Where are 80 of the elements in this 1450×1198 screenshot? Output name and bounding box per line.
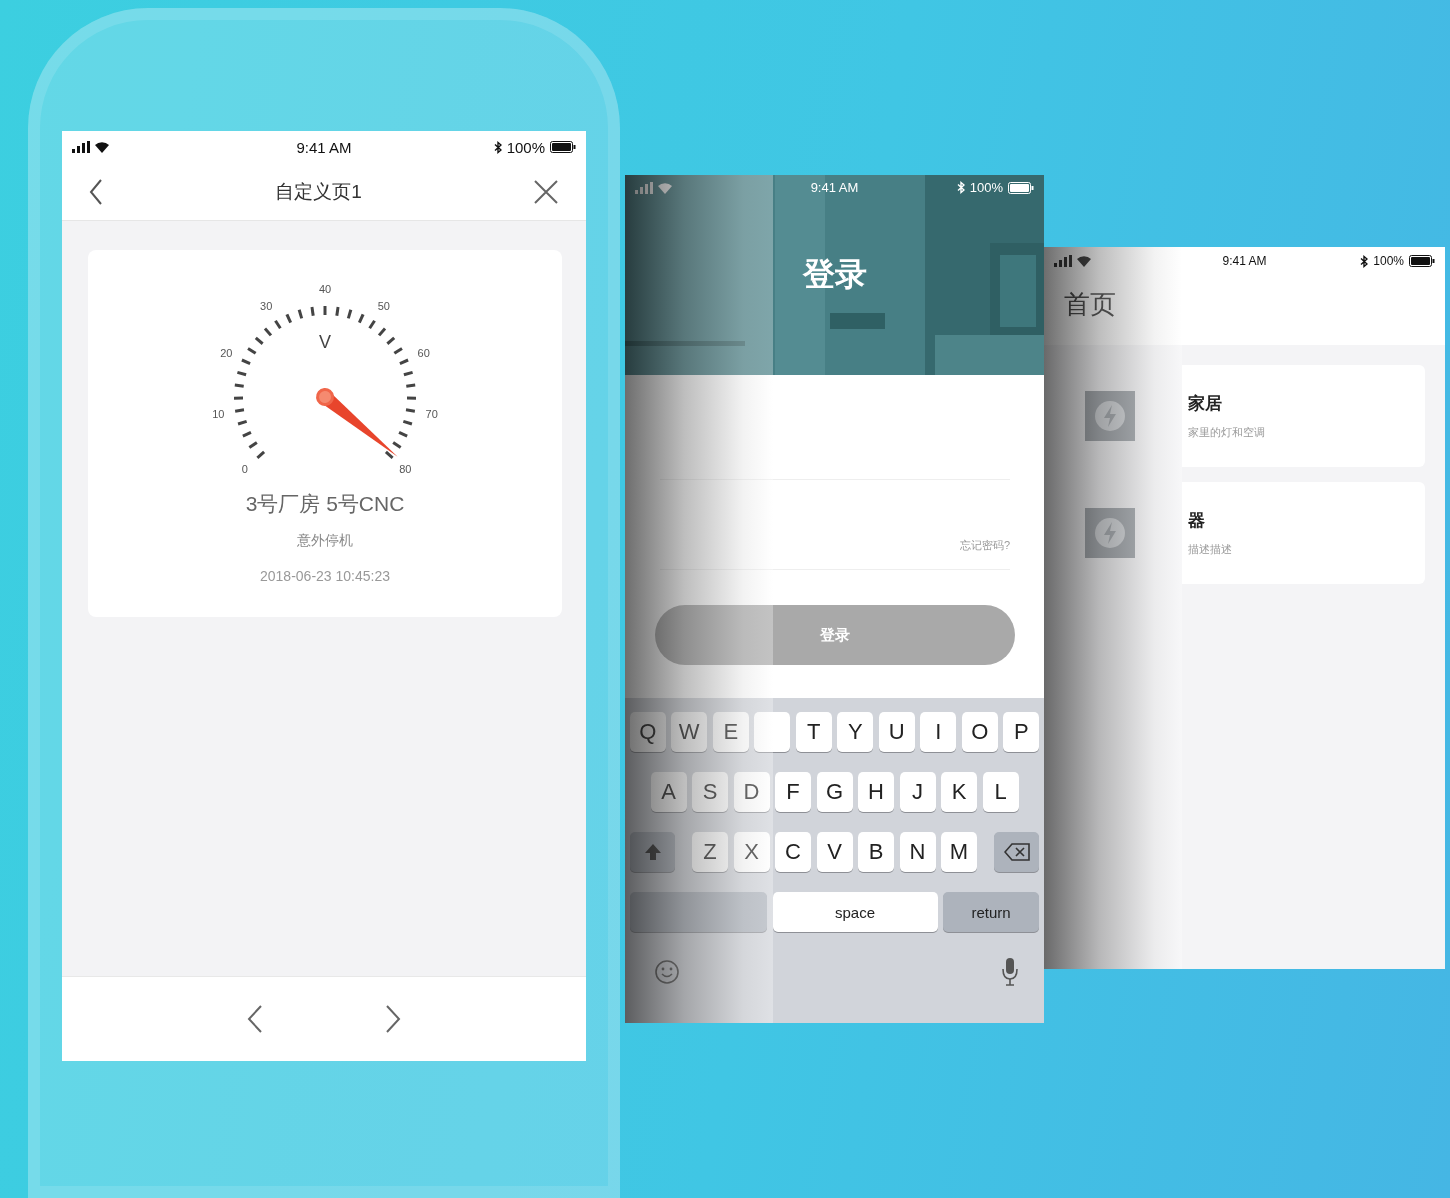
keyboard-key[interactable]: Q — [629, 712, 666, 752]
time-text: 9:41 AM — [810, 180, 859, 195]
gauge-label: 10 — [212, 407, 225, 420]
bluetooth-icon — [493, 140, 502, 154]
keyboard-key[interactable]: S — [692, 772, 728, 812]
wifi-icon — [94, 141, 110, 153]
page-title: 登录 — [801, 255, 868, 294]
bolt-icon — [1085, 391, 1135, 441]
signal-icon — [1054, 255, 1072, 267]
bluetooth-icon — [956, 181, 965, 194]
keyboard-key[interactable]: Y — [837, 712, 874, 752]
space-key[interactable]: space — [772, 892, 938, 932]
gauge-label: 50 — [377, 300, 390, 313]
battery-text: 100% — [506, 138, 545, 156]
battery-icon — [1008, 181, 1034, 194]
keyboard-key[interactable]: A — [650, 772, 687, 812]
timestamp: 2018-06-23 10:45:23 — [260, 568, 390, 584]
microphone-icon[interactable] — [1001, 957, 1019, 987]
gauge-label: 0 — [241, 463, 248, 476]
bolt-icon — [1085, 508, 1135, 558]
next-icon[interactable] — [385, 1005, 401, 1033]
keyboard-key[interactable]: P — [1003, 712, 1040, 752]
keyboard-key[interactable]: Z — [692, 832, 728, 872]
shift-key[interactable] — [630, 832, 675, 872]
gauge-label: 40 — [318, 283, 332, 295]
emoji-icon[interactable] — [654, 959, 680, 985]
device-status: 意外停机 — [297, 532, 353, 550]
device-card[interactable]: 家居 家里的灯和空调 — [1182, 365, 1425, 467]
gauge-label: 30 — [260, 300, 273, 313]
wifi-icon — [1076, 255, 1092, 267]
wifi-icon — [657, 181, 673, 194]
gauge-label: 80 — [399, 463, 412, 476]
keyboard-key[interactable]: F — [775, 772, 811, 812]
keyboard-key[interactable]: L — [982, 772, 1019, 812]
device-name: 3号厂房 5号CNC — [245, 491, 405, 517]
back-icon[interactable] — [89, 178, 103, 205]
keyboard-key[interactable]: K — [941, 772, 977, 812]
gauge-label: 70 — [425, 407, 438, 420]
time-text: 9:41 AM — [296, 138, 352, 156]
keyboard-key[interactable]: V — [816, 832, 853, 872]
battery-text: 100% — [1373, 254, 1404, 268]
card-title: 器 — [1188, 510, 1206, 532]
battery-icon — [1409, 255, 1435, 267]
keyboard-key[interactable]: M — [941, 832, 977, 872]
page-title: 首页 — [1063, 288, 1117, 321]
signal-icon — [635, 181, 653, 194]
backspace-key[interactable] — [994, 832, 1039, 872]
signal-icon — [72, 141, 90, 153]
keyboard-key[interactable]: T — [795, 712, 832, 752]
keyboard-key[interactable]: W — [671, 712, 708, 752]
keyboard-key[interactable]: G — [816, 772, 853, 812]
keyboard-key[interactable]: D — [733, 772, 770, 812]
keyboard-key[interactable]: C — [775, 832, 811, 872]
backspace-icon — [1003, 843, 1030, 861]
keyboard-key[interactable]: X — [733, 832, 770, 872]
gauge-unit: V — [319, 332, 331, 352]
page-title: 自定义页1 — [275, 179, 362, 204]
keyboard-key[interactable]: H — [858, 772, 894, 812]
keyboard-key[interactable]: O — [961, 712, 998, 752]
battery-text: 100% — [969, 180, 1003, 195]
mode-key[interactable] — [630, 892, 767, 932]
gauge-label: 60 — [417, 347, 430, 360]
gauge-label: 20 — [220, 347, 233, 360]
keyboard-key[interactable]: N — [899, 832, 936, 872]
time-text: 9:41 AM — [1222, 254, 1267, 268]
keyboard-key[interactable]: I — [920, 712, 957, 752]
close-icon[interactable] — [534, 179, 558, 204]
device-card[interactable]: 器 描述描述 — [1182, 482, 1425, 584]
keyboard-key[interactable]: B — [858, 832, 894, 872]
card-title: 家居 — [1188, 393, 1223, 415]
keyboard-key[interactable]: E — [712, 712, 749, 752]
card-description: 描述描述 — [1188, 542, 1233, 557]
card-description: 家里的灯和空调 — [1188, 425, 1266, 440]
shift-icon — [643, 843, 662, 861]
return-key[interactable]: return — [943, 892, 1039, 932]
battery-icon — [550, 141, 576, 153]
keyboard-key[interactable]: U — [878, 712, 915, 752]
bluetooth-icon — [1360, 254, 1369, 268]
keyboard-key[interactable]: J — [899, 772, 936, 812]
previous-icon[interactable] — [247, 1005, 263, 1033]
